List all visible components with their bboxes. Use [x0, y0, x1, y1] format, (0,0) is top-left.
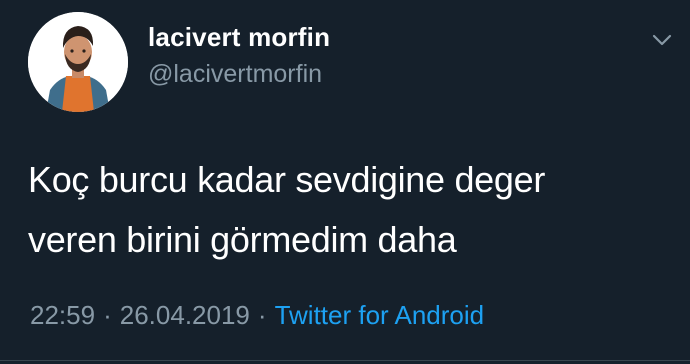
- author-display-name[interactable]: lacivert morfin: [148, 22, 330, 53]
- meta-separator: ·: [257, 300, 267, 330]
- tweet-metadata: 22:59 · 26.04.2019 · Twitter for Android: [30, 300, 484, 331]
- avatar-image: [28, 12, 128, 112]
- meta-separator: ·: [103, 300, 112, 330]
- tweet-text-line: veren birini görmedim daha: [28, 219, 457, 260]
- tweet-date[interactable]: 26.04.2019: [120, 300, 250, 330]
- tweet-card: lacivert morfin @lacivertmorfin Koç burc…: [0, 0, 690, 364]
- tweet-source-link[interactable]: Twitter for Android: [275, 300, 485, 330]
- avatar[interactable]: [28, 12, 128, 112]
- chevron-down-icon[interactable]: [648, 28, 676, 52]
- tweet-text: Koç burcu kadar sevdigine deger veren bi…: [28, 150, 668, 270]
- divider: [0, 360, 690, 361]
- author-handle[interactable]: @lacivertmorfin: [148, 60, 322, 89]
- tweet-time[interactable]: 22:59: [30, 300, 95, 330]
- tweet-text-line: Koç burcu kadar sevdigine deger: [28, 159, 546, 200]
